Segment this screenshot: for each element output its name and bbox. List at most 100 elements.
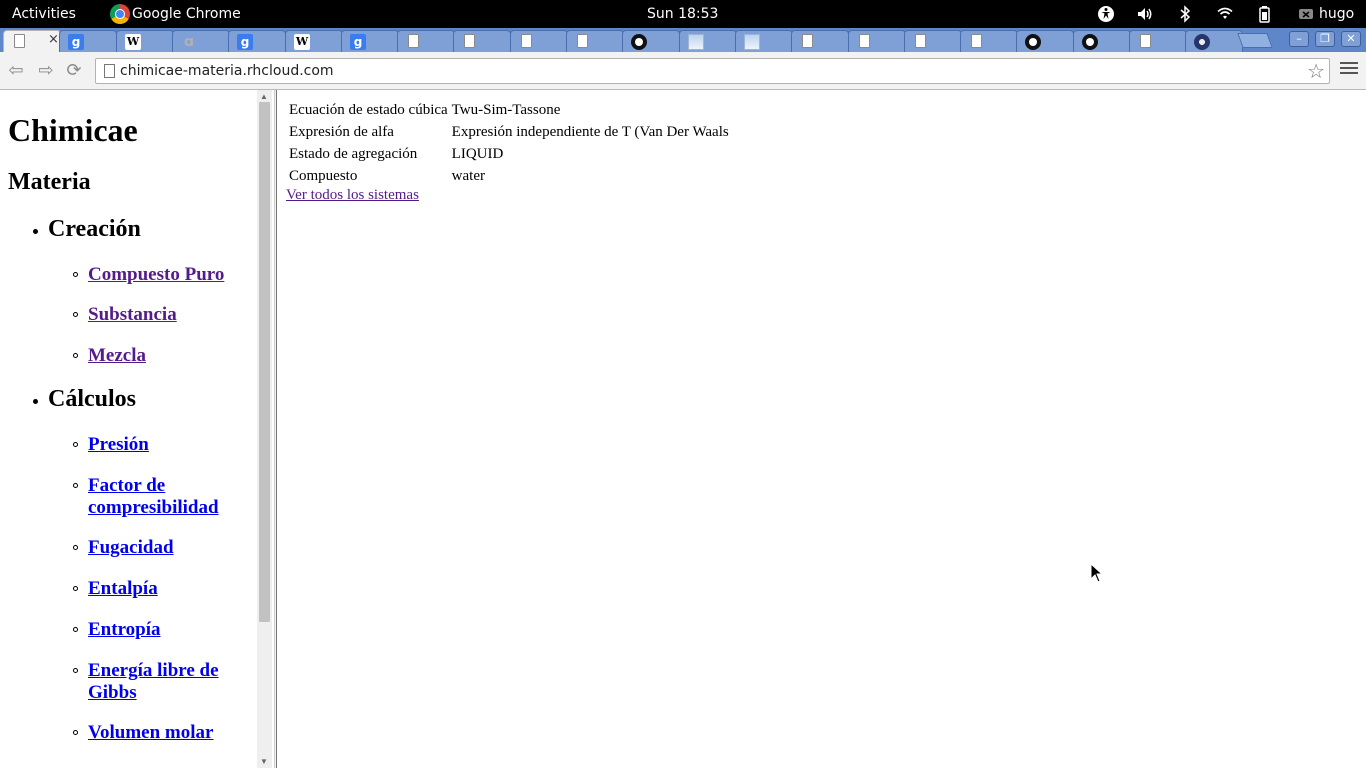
accessibility-icon[interactable]	[1097, 5, 1115, 23]
page-icon	[971, 34, 982, 48]
github-icon	[1082, 34, 1098, 50]
nav-link-substancia[interactable]: Substancia	[73, 304, 248, 326]
browser-tab[interactable]	[1073, 30, 1131, 52]
battery-icon[interactable]	[1256, 5, 1274, 23]
github-icon	[1025, 34, 1041, 50]
page-icon	[915, 34, 926, 48]
browser-tab[interactable]	[1016, 30, 1074, 52]
page-icon	[859, 34, 870, 48]
browser-tab[interactable]	[622, 30, 680, 52]
browser-tab[interactable]	[735, 30, 793, 52]
scrollbar-thumb[interactable]	[259, 102, 270, 622]
property-value: water	[451, 167, 485, 184]
chrome-icon	[110, 4, 130, 24]
bluetooth-icon[interactable]	[1176, 5, 1194, 23]
page-icon	[577, 34, 588, 48]
reload-icon[interactable]: ⟳	[63, 60, 85, 82]
page-icon	[1140, 34, 1151, 48]
property-label: Ecuación de estado cúbica	[289, 101, 448, 118]
nav-link-energia-libre-de-gibbs[interactable]: Energía libre de Gibbs	[73, 660, 248, 704]
sidebar-scrollbar[interactable]: ▲ ▼	[257, 90, 272, 768]
page-icon	[802, 34, 813, 48]
browser-tab[interactable]	[791, 30, 849, 52]
scroll-up-arrow-icon[interactable]: ▲	[260, 92, 268, 101]
browser-toolbar: ⇦ ⇨ ⟳ chimicae-materia.rhcloud.com ☆	[0, 52, 1366, 90]
property-label: Expresión de alfa	[289, 123, 394, 140]
browser-tab[interactable]	[453, 30, 511, 52]
user-offline-icon[interactable]	[1298, 5, 1316, 23]
browser-tab[interactable]: g	[59, 30, 117, 52]
minimize-button[interactable]: –	[1289, 31, 1309, 47]
scroll-down-arrow-icon[interactable]: ▼	[260, 757, 268, 766]
address-bar[interactable]: chimicae-materia.rhcloud.com ☆	[95, 58, 1330, 84]
page-icon	[14, 34, 25, 48]
group-title-calculos: Cálculos	[32, 386, 137, 412]
google-icon: g	[350, 34, 366, 50]
browser-tab[interactable]	[566, 30, 624, 52]
nav-link-entropia[interactable]: Entropía	[73, 619, 248, 641]
nav-link-factor-de-compresibilidad[interactable]: Factor de compresibilidad	[73, 475, 248, 519]
page-icon	[104, 64, 115, 78]
clock[interactable]: Sun 18:53	[647, 0, 718, 28]
gnome-top-bar: Activities Google Chrome Sun 18:53 hugo	[0, 0, 1366, 28]
table-row: Ecuación de estado cúbica Twu-Sim-Tasson…	[289, 100, 729, 120]
browser-tab[interactable]: W	[116, 30, 174, 52]
property-value: Expresión independiente de T (Van Der Wa…	[451, 123, 729, 140]
image-icon	[744, 34, 760, 50]
nav-link-volumen-molar[interactable]: Volumen molar	[73, 722, 248, 744]
nav-link-presion[interactable]: Presión	[73, 434, 248, 456]
image-icon	[688, 34, 704, 50]
browser-tab[interactable]	[1185, 30, 1243, 52]
nav-link-compuesto-puro[interactable]: Compuesto Puro	[73, 264, 248, 286]
property-label: Estado de agregación	[289, 145, 418, 162]
app-menu-label: Google Chrome	[132, 6, 241, 22]
browser-tab[interactable]	[510, 30, 568, 52]
browser-tab[interactable]: g	[341, 30, 399, 52]
restore-button[interactable]: ❐	[1315, 31, 1335, 47]
nav-link-entalpia[interactable]: Entalpía	[73, 578, 248, 600]
browser-tab[interactable]: ×	[3, 30, 61, 52]
browser-tab[interactable]	[960, 30, 1018, 52]
quill-icon: ɑ	[183, 34, 195, 50]
back-arrow-icon[interactable]: ⇦	[5, 60, 27, 82]
page-icon	[464, 34, 475, 48]
nav-link-mezcla[interactable]: Mezcla	[73, 345, 248, 367]
close-window-button[interactable]: ✕	[1341, 31, 1361, 47]
browser-tab[interactable]	[848, 30, 906, 52]
page-viewport: Chimicae Materia Creación Compuesto Puro…	[0, 90, 1366, 768]
property-value: Twu-Sim-Tassone	[451, 101, 561, 118]
frame-divider[interactable]	[274, 90, 277, 768]
tab-strip: × g Wɑ g Wg – ❐ ✕	[0, 28, 1366, 52]
view-all-systems-link[interactable]: Ver todos los sistemas	[286, 187, 419, 204]
chrome-menu-icon[interactable]	[1340, 62, 1358, 78]
browser-tab[interactable]: g	[228, 30, 286, 52]
browser-tab[interactable]	[904, 30, 962, 52]
nav-link-fugacidad[interactable]: Fugacidad	[73, 537, 248, 559]
wifi-icon[interactable]	[1216, 5, 1234, 23]
table-row: Expresión de alfa Expresión independient…	[289, 122, 729, 142]
user-menu[interactable]: hugo	[1319, 0, 1354, 28]
volume-icon[interactable]	[1136, 5, 1154, 23]
site-title: Chimicae	[8, 112, 138, 148]
bookmark-star-icon[interactable]: ☆	[1307, 60, 1325, 82]
dark-circle-icon	[1194, 34, 1210, 50]
browser-tab[interactable]	[397, 30, 455, 52]
page-icon	[521, 34, 532, 48]
google-icon: g	[68, 34, 84, 50]
mouse-pointer-icon	[1090, 563, 1104, 583]
browser-tab[interactable]: ɑ	[172, 30, 230, 52]
table-row: Estado de agregación LIQUID	[289, 144, 729, 164]
forward-arrow-icon[interactable]: ⇨	[35, 60, 57, 82]
property-value: LIQUID	[451, 145, 504, 162]
section-title: Materia	[8, 169, 91, 195]
sidebar-frame: Chimicae Materia Creación Compuesto Puro…	[0, 90, 257, 768]
browser-tab[interactable]: W	[285, 30, 343, 52]
browser-tab[interactable]	[1129, 30, 1187, 52]
tab-close-icon[interactable]: ×	[48, 32, 59, 47]
browser-tab[interactable]	[679, 30, 737, 52]
url-text[interactable]: chimicae-materia.rhcloud.com	[120, 59, 334, 83]
activities-button[interactable]: Activities	[12, 0, 76, 28]
main-frame: Ecuación de estado cúbica Twu-Sim-Tasson…	[278, 90, 1366, 768]
table-row: Compuesto water	[289, 166, 729, 186]
new-tab-button[interactable]	[1237, 33, 1273, 48]
